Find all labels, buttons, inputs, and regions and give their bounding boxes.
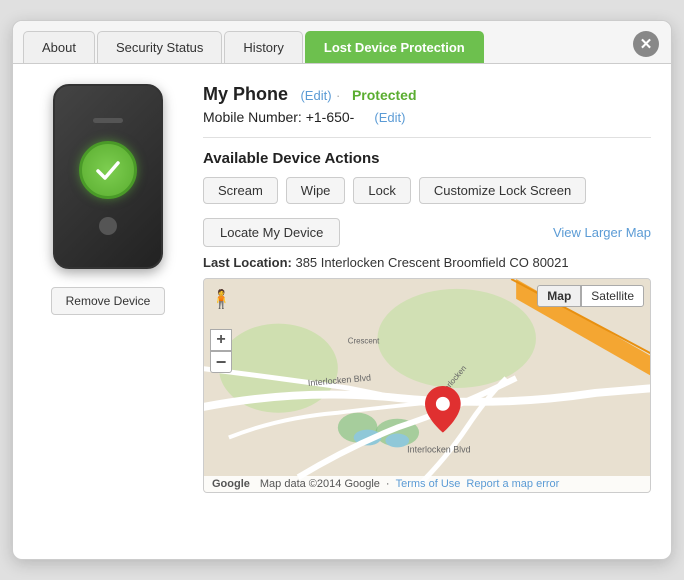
mobile-number-row: Mobile Number: +1-650- (Edit) — [203, 109, 651, 125]
action-buttons: Scream Wipe Lock Customize Lock Screen — [203, 177, 651, 204]
close-icon: ✕ — [640, 35, 653, 53]
zoom-in-button[interactable]: + — [210, 329, 232, 351]
locate-device-button[interactable]: Locate My Device — [203, 218, 340, 247]
map-footer: Google Map data ©2014 Google · Terms of … — [204, 476, 650, 492]
report-map-error-link[interactable]: Report a map error — [466, 478, 559, 490]
phone-image — [53, 84, 163, 269]
device-name-edit[interactable]: (Edit) — [300, 88, 331, 103]
last-location-label: Last Location: — [203, 255, 292, 270]
zoom-out-button[interactable]: − — [210, 351, 232, 373]
content-area: Remove Device My Phone (Edit) · Protecte… — [13, 64, 671, 493]
left-panel: Remove Device — [33, 84, 183, 493]
main-window: ✕ About Security Status History Lost Dev… — [12, 20, 672, 560]
device-status: Protected — [352, 87, 417, 103]
tab-security-status[interactable]: Security Status — [97, 31, 222, 63]
wipe-button[interactable]: Wipe — [286, 177, 346, 204]
customize-lock-screen-button[interactable]: Customize Lock Screen — [419, 177, 586, 204]
phone-speaker — [93, 118, 123, 123]
google-logo: Google — [212, 478, 250, 490]
phone-check-icon — [79, 141, 137, 199]
device-name: My Phone — [203, 84, 288, 104]
map-type-toggle: Map Satellite — [537, 285, 644, 307]
tab-history[interactable]: History — [224, 31, 302, 63]
mobile-number-edit[interactable]: (Edit) — [374, 110, 405, 125]
phone-home-button — [99, 217, 117, 235]
map-data-label: Map data ©2014 Google — [260, 478, 380, 490]
last-location: Last Location: 385 Interlocken Crescent … — [203, 255, 651, 270]
map-person-icon: 🧍 — [210, 289, 232, 310]
map-controls: 🧍 + − — [210, 309, 232, 373]
map-dot-separator: · — [386, 478, 390, 490]
last-location-address: 385 Interlocken Crescent Broomfield CO 8… — [295, 255, 568, 270]
svg-text:Crescent: Crescent — [348, 336, 380, 345]
view-larger-map-link[interactable]: View Larger Map — [553, 225, 651, 240]
close-button[interactable]: ✕ — [633, 31, 659, 57]
terms-of-use-link[interactable]: Terms of Use — [396, 478, 461, 490]
remove-device-button[interactable]: Remove Device — [51, 287, 166, 315]
locate-row: Locate My Device View Larger Map — [203, 218, 651, 247]
mobile-number-label: Mobile Number: +1-650- — [203, 109, 354, 125]
svg-text:Interlocken Blvd: Interlocken Blvd — [407, 444, 470, 454]
divider-1 — [203, 137, 651, 138]
map-tab-map[interactable]: Map — [537, 285, 581, 307]
actions-title: Available Device Actions — [203, 150, 651, 167]
scream-button[interactable]: Scream — [203, 177, 278, 204]
map-tab-satellite[interactable]: Satellite — [581, 285, 644, 307]
map-container: Interlocken Blvd Interlocken Blvd Interl… — [203, 278, 651, 493]
right-panel: My Phone (Edit) · Protected Mobile Numbe… — [203, 84, 651, 493]
device-header: My Phone (Edit) · Protected — [203, 84, 651, 105]
tab-about[interactable]: About — [23, 31, 95, 63]
tab-bar: About Security Status History Lost Devic… — [13, 21, 671, 64]
tab-lost-device-protection[interactable]: Lost Device Protection — [305, 31, 484, 63]
lock-button[interactable]: Lock — [353, 177, 410, 204]
separator: · — [336, 88, 344, 103]
map-background: Interlocken Blvd Interlocken Blvd Interl… — [204, 279, 650, 492]
